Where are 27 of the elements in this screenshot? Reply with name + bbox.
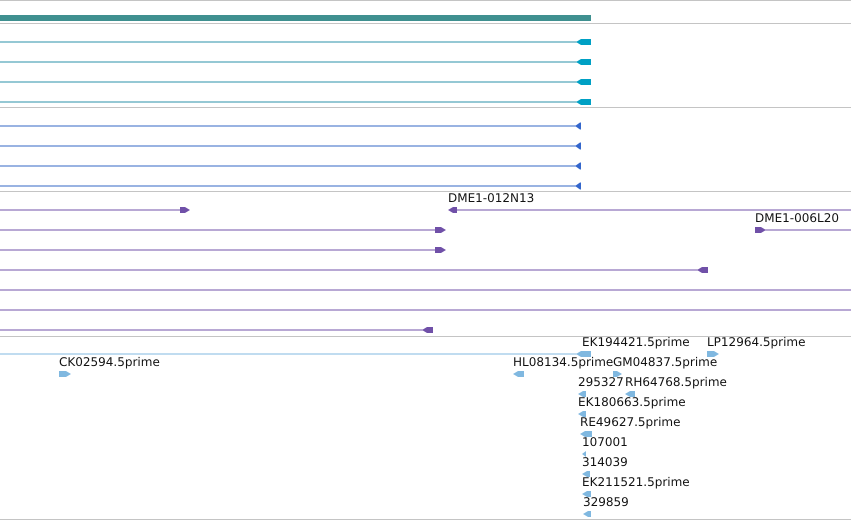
feature-label: 314039 <box>582 456 628 469</box>
feature-label: 329859 <box>583 496 629 509</box>
feature-label: DME1-012N13 <box>448 192 534 205</box>
feature-label: GM04837.5prime <box>613 356 718 369</box>
feature-arrow <box>578 411 586 417</box>
feature-arrow <box>578 391 586 397</box>
feature-label: RH64768.5prime <box>625 376 727 389</box>
feature-arrow <box>582 471 590 477</box>
feature-label: EK211521.5prime <box>582 476 690 489</box>
feature-arrow <box>583 511 591 517</box>
feature-arrow <box>613 371 622 377</box>
feature-label: EK180663.5prime <box>578 396 686 409</box>
feature-label: EK194421.5prime <box>582 336 690 349</box>
feature-arrow <box>580 431 592 437</box>
feature-label: LP12964.5prime <box>707 336 806 349</box>
feature-arrow <box>582 451 586 457</box>
feature-label: CK02594.5prime <box>59 356 160 369</box>
feature-label: 295327 <box>578 376 624 389</box>
feature-label: RE49627.5prime <box>580 416 680 429</box>
feature-arrow <box>513 371 524 377</box>
feature-arrow <box>707 351 719 357</box>
feature-arrow <box>625 391 635 397</box>
feature-label: DME1-006L20 <box>755 212 839 225</box>
feature-label: 107001 <box>582 436 628 449</box>
feature-label: HL08134.5prime <box>513 356 614 369</box>
feature-arrow <box>582 491 591 497</box>
feature-arrow <box>59 371 71 377</box>
